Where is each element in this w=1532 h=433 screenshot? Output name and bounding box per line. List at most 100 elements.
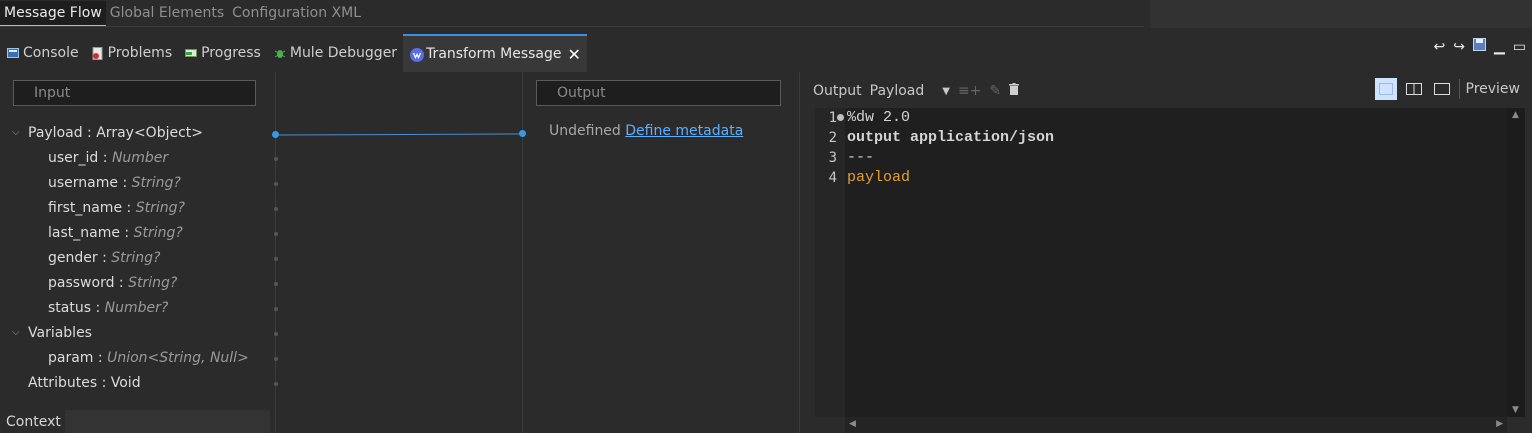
- tab-label: Problems: [107, 45, 173, 61]
- progress-icon: [185, 47, 198, 59]
- undefined-label: Undefined: [549, 123, 621, 139]
- context-label: Context: [6, 413, 61, 430]
- maximize-icon[interactable]: ▭: [1513, 39, 1526, 55]
- line-number: 3: [828, 150, 837, 166]
- field-type: Number: [111, 150, 169, 166]
- tree-field[interactable]: first_name : String?: [48, 197, 185, 219]
- scroll-down-icon[interactable]: ▼: [1512, 405, 1519, 415]
- tree-payload[interactable]: ⌵ Payload : Array<Object>: [0, 122, 275, 144]
- tree-field[interactable]: param : Union<String, Null>: [48, 347, 249, 369]
- field-connector[interactable]: [274, 207, 278, 211]
- field-type: String?: [128, 275, 178, 291]
- tab-label: Progress: [201, 45, 261, 61]
- dataweave-icon: [410, 48, 425, 62]
- tab-console[interactable]: Console: [0, 34, 85, 72]
- code-editor[interactable]: %dw 2.0 output application/json --- payl…: [845, 108, 1507, 417]
- chevron-down-icon[interactable]: ▼: [942, 86, 950, 97]
- chevron-down-icon[interactable]: ⌵: [12, 322, 20, 344]
- tab-mule-debugger[interactable]: Mule Debugger: [267, 34, 403, 72]
- tree-field[interactable]: last_name : String?: [48, 222, 183, 244]
- save-icon[interactable]: [1472, 38, 1486, 55]
- toolbar-area: [1150, 0, 1532, 28]
- tree-field[interactable]: status : Number?: [48, 297, 168, 319]
- console-icon: [7, 47, 19, 59]
- line-number-gutter: 1 2 3 4: [815, 108, 845, 417]
- transform-message-panel: Input ⌵ Payload : Array<Object> user_id …: [0, 72, 1532, 433]
- field-name: param: [48, 350, 94, 366]
- field-connector[interactable]: [274, 157, 278, 161]
- field-connector[interactable]: [274, 257, 278, 261]
- horizontal-scrollbar[interactable]: ◀ ▶: [845, 417, 1507, 433]
- breakpoint-marker-icon[interactable]: [837, 114, 844, 121]
- tree-field[interactable]: username : String?: [48, 172, 181, 194]
- tree-field[interactable]: password : String?: [48, 272, 177, 294]
- field-connector[interactable]: [274, 232, 278, 236]
- field-name: last_name: [48, 225, 120, 241]
- field-type: Union<String, Null>: [107, 350, 249, 366]
- close-icon[interactable]: ✕: [568, 45, 581, 64]
- field-separator: :: [82, 125, 97, 141]
- minimize-icon[interactable]: ▁: [1494, 39, 1505, 55]
- undo-icon[interactable]: ↩: [1434, 39, 1446, 55]
- tree-variables[interactable]: ⌵ Variables: [0, 322, 275, 344]
- mapping-connector-source[interactable]: [272, 131, 279, 138]
- layout-split-icon[interactable]: [1403, 78, 1425, 100]
- tab-label: Mule Debugger: [289, 45, 398, 61]
- bug-icon: [274, 47, 286, 59]
- output-search[interactable]: Output: [536, 80, 781, 106]
- tab-label: Transform Message: [426, 46, 562, 62]
- tree-attributes[interactable]: Attributes : Void: [28, 372, 141, 394]
- target-select[interactable]: Payload: [870, 83, 925, 99]
- field-separator: :: [114, 275, 129, 291]
- define-metadata-link[interactable]: Define metadata: [625, 123, 743, 139]
- tree-field[interactable]: user_id : Number: [48, 147, 168, 169]
- tree-field[interactable]: gender : String?: [48, 247, 160, 269]
- vertical-scrollbar[interactable]: ▲ ▼: [1507, 108, 1525, 417]
- field-type: String?: [135, 200, 185, 216]
- scroll-up-icon[interactable]: ▲: [1512, 110, 1519, 120]
- field-type: Number?: [104, 300, 169, 316]
- field-connector[interactable]: [274, 382, 278, 386]
- field-separator: :: [119, 225, 134, 241]
- tab-global-elements[interactable]: Global Elements: [106, 1, 228, 25]
- scroll-left-icon[interactable]: ◀: [849, 419, 856, 429]
- field-connector[interactable]: [274, 357, 278, 361]
- add-target-icon[interactable]: ≡+: [958, 83, 981, 99]
- field-connector[interactable]: [274, 307, 278, 311]
- field-type: String?: [111, 250, 161, 266]
- field-name: gender: [48, 250, 98, 266]
- problems-icon: [92, 47, 104, 60]
- chevron-down-icon[interactable]: ⌵: [12, 122, 20, 144]
- tab-label: Console: [23, 45, 79, 61]
- field-separator: :: [118, 175, 132, 191]
- field-connector[interactable]: [274, 282, 278, 286]
- tab-configuration-xml[interactable]: Configuration XML: [228, 1, 365, 25]
- tab-transform-message[interactable]: Transform Message ✕: [403, 34, 587, 72]
- tab-problems[interactable]: Problems: [85, 34, 179, 72]
- input-search[interactable]: Input: [13, 80, 256, 106]
- field-name: username: [48, 175, 118, 191]
- field-connector[interactable]: [274, 182, 278, 186]
- field-type: String?: [131, 175, 181, 191]
- preview-button[interactable]: Preview: [1466, 81, 1521, 97]
- layout-single-icon[interactable]: [1374, 78, 1397, 100]
- context-field[interactable]: [65, 410, 270, 433]
- pencil-icon[interactable]: ✎: [989, 83, 1001, 99]
- field-name: password: [48, 275, 115, 291]
- output-metadata: Undefined Define metadata: [549, 123, 743, 139]
- mapping-area: [272, 72, 526, 433]
- line-number: 2: [828, 130, 837, 146]
- field-name: status: [48, 300, 92, 316]
- tab-message-flow[interactable]: Message Flow: [0, 0, 106, 26]
- field-connector[interactable]: [274, 332, 278, 336]
- view-toolbar: ↩ ↪ ▁ ▭: [1434, 38, 1526, 55]
- trash-icon[interactable]: [1009, 83, 1020, 99]
- field-name: first_name: [48, 200, 123, 216]
- output-panel: Output Undefined Define metadata: [523, 72, 800, 433]
- field-type: String?: [133, 225, 183, 241]
- redo-icon[interactable]: ↪: [1453, 39, 1465, 55]
- tab-progress[interactable]: Progress: [178, 34, 267, 72]
- layout-full-icon[interactable]: [1431, 78, 1453, 100]
- field-separator: :: [93, 350, 108, 366]
- scroll-right-icon[interactable]: ▶: [1496, 419, 1503, 429]
